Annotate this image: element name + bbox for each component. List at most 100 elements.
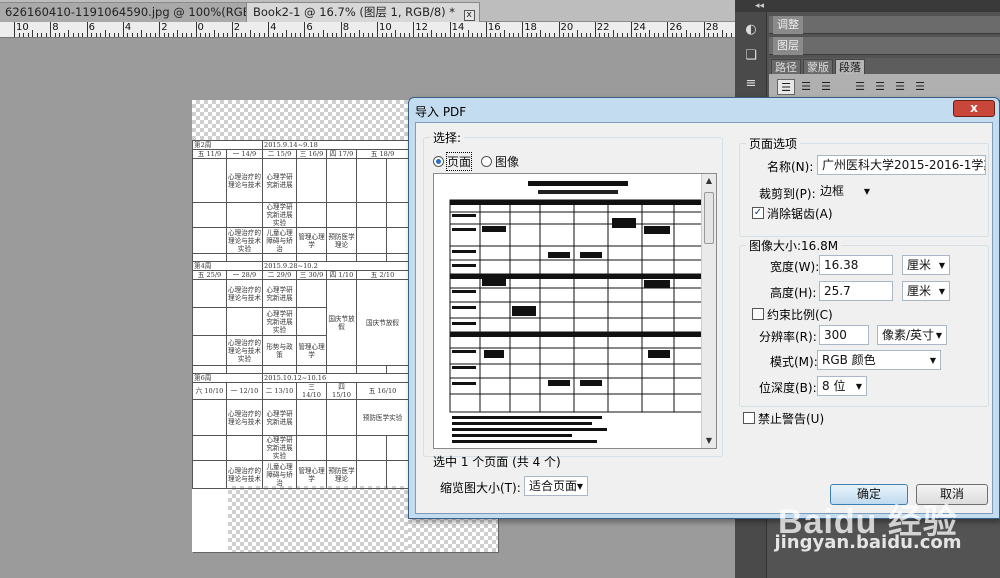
tab-masks[interactable]: 蒙版 [803, 59, 833, 74]
panel-tab-adjustments[interactable]: 调整 [769, 16, 1000, 34]
paragraph-icon[interactable]: ≡ [741, 74, 761, 94]
course-cell: 心理治疗的理论与技术 [225, 158, 264, 203]
scroll-up-arrow-icon[interactable]: ▲ [702, 174, 716, 188]
ruler-tick [72, 33, 74, 37]
ruler-tick [699, 33, 701, 37]
course-cell: 预防医学实验 [356, 399, 410, 436]
ruler-tick [141, 30, 143, 37]
justify-left-icon[interactable]: ☰ [851, 79, 869, 95]
justify-all-icon[interactable]: ☰ [911, 79, 929, 95]
ruler-tick [45, 33, 47, 37]
align-center-icon[interactable]: ☰ [797, 79, 815, 95]
height-input[interactable]: 25.7 [819, 281, 893, 301]
page-thumbnail-list[interactable]: ▲ ▼ [433, 173, 717, 449]
constrain-proportions-label[interactable]: 约束比例(C) [767, 306, 833, 323]
mode-value: RGB 颜色 [822, 353, 876, 367]
ruler-tick [181, 33, 183, 37]
panel-collapse-bar[interactable]: ◂◂ [735, 0, 1000, 12]
day-cell: 四 17/9 [326, 149, 358, 159]
ruler-label: 2 [233, 22, 241, 33]
width-unit-select[interactable]: 厘米 ▼ [902, 255, 950, 275]
ruler-tick [485, 22, 487, 37]
ruler-tick [240, 33, 242, 37]
ruler-tick [154, 33, 156, 37]
ruler-tick [690, 33, 692, 37]
ruler-tick [563, 33, 565, 37]
ruler-tick [268, 22, 270, 37]
scroll-thumb[interactable] [704, 192, 714, 244]
ruler-tick [653, 33, 655, 37]
thumbnail-size-select[interactable]: 适合页面 ▼ [524, 476, 588, 496]
ok-button[interactable]: 确定 [830, 484, 908, 505]
justify-center-icon[interactable]: ☰ [871, 79, 889, 95]
ruler-tick [667, 22, 669, 37]
tab-paragraph[interactable]: 段落 [835, 59, 865, 74]
adjustments-icon[interactable]: ◐ [741, 20, 761, 40]
crop-to-select[interactable]: 边框 ▼ [816, 182, 874, 202]
align-right-icon[interactable]: ☰ [817, 79, 835, 95]
radio-image-label[interactable]: 图像 [495, 153, 519, 170]
ruler-tick [131, 33, 133, 37]
thumbnail-scrollbar[interactable]: ▲ ▼ [701, 174, 716, 448]
radio-page[interactable] [433, 156, 444, 167]
bit-depth-select[interactable]: 8 位 ▼ [817, 376, 867, 396]
name-input[interactable]: 广州医科大学2015-2016-1学期2 [817, 155, 986, 175]
radio-page-label[interactable]: 页面 [445, 152, 473, 171]
chevron-down-icon: ▼ [938, 287, 945, 296]
width-input[interactable]: 16.38 [819, 255, 893, 275]
suppress-warnings-label[interactable]: 禁止警告(U) [758, 410, 824, 427]
justify-right-icon[interactable]: ☰ [891, 79, 909, 95]
tab-book2-title: Book2-1 @ 16.7% (图层 1, RGB/8) * [253, 5, 456, 19]
antialias-checkbox[interactable]: ✓ [752, 207, 764, 219]
mode-select[interactable]: RGB 颜色 ▼ [817, 350, 941, 370]
schedule-table: 第2周 2015.9.14~9.18 五 11/9 一 14/9 二 15/9 三… [191, 140, 410, 489]
ruler-label: 4 [124, 22, 132, 33]
page-options-legend: 页面选项 [746, 135, 801, 152]
day-cell: 一 14/9 [225, 149, 264, 159]
ruler-tick [204, 33, 206, 37]
tab-book2-document[interactable]: Book2-1 @ 16.7% (图层 1, RGB/8) * x [246, 2, 480, 22]
ruler-tick [685, 30, 687, 37]
close-icon[interactable]: x [463, 10, 475, 21]
suppress-warnings-checkbox[interactable] [743, 412, 755, 424]
ruler-tick [299, 33, 301, 37]
align-left-icon[interactable]: ☰ [777, 79, 795, 95]
ruler-tick [458, 33, 460, 37]
dialog-close-button[interactable]: x [953, 100, 995, 117]
day-cell: 六 10/10 [192, 382, 227, 400]
ruler-tick [590, 33, 592, 37]
ruler-label: 28 [705, 22, 719, 33]
layers-icon[interactable]: ❏ [741, 46, 761, 66]
scroll-down-arrow-icon[interactable]: ▼ [702, 434, 716, 448]
pdf-page-thumbnail[interactable] [448, 178, 706, 444]
ruler-tick [703, 22, 705, 37]
ruler-tick [218, 33, 220, 37]
ruler-label: 14 [451, 22, 465, 33]
collapse-icon[interactable]: ◂◂ [755, 1, 764, 11]
resolution-input[interactable]: 300 [819, 325, 869, 345]
week-label: 第2周 [191, 140, 264, 150]
constrain-proportions-checkbox[interactable] [752, 308, 764, 320]
resolution-unit-select[interactable]: 像素/英寸 ▼ [877, 325, 947, 345]
course-cell: 管理心理学 [296, 227, 328, 254]
height-unit-select[interactable]: 厘米 ▼ [902, 281, 950, 301]
crop-to-value: 边框 [820, 184, 845, 198]
ruler-tick [467, 30, 469, 37]
ruler-tick [354, 33, 356, 37]
antialias-label[interactable]: 消除锯齿(A) [767, 205, 833, 222]
chevron-down-icon: ▼ [855, 382, 862, 391]
ruler-tick [263, 33, 265, 37]
selected-page-count: 选中 1 个页面 (共 4 个) [433, 455, 561, 469]
course-cell: 管理心理学 [296, 335, 328, 366]
ruler-tick [118, 33, 120, 37]
tab-paths[interactable]: 路径 [771, 59, 801, 74]
panel-tab-layers[interactable]: 图层 [769, 37, 1000, 55]
ruler-tick [449, 22, 451, 37]
ruler-tick [622, 33, 624, 37]
radio-image[interactable] [481, 156, 492, 167]
ruler-tick [150, 33, 152, 37]
horizontal-ruler: 10 8 6 4 2 0 2 4 6 8 10 12 14 16 18 20 22 24 26 28 [0, 22, 735, 38]
ruler-label: 0 [197, 22, 204, 33]
ruler-tick [136, 33, 138, 37]
cancel-button[interactable]: 取消 [916, 484, 988, 505]
